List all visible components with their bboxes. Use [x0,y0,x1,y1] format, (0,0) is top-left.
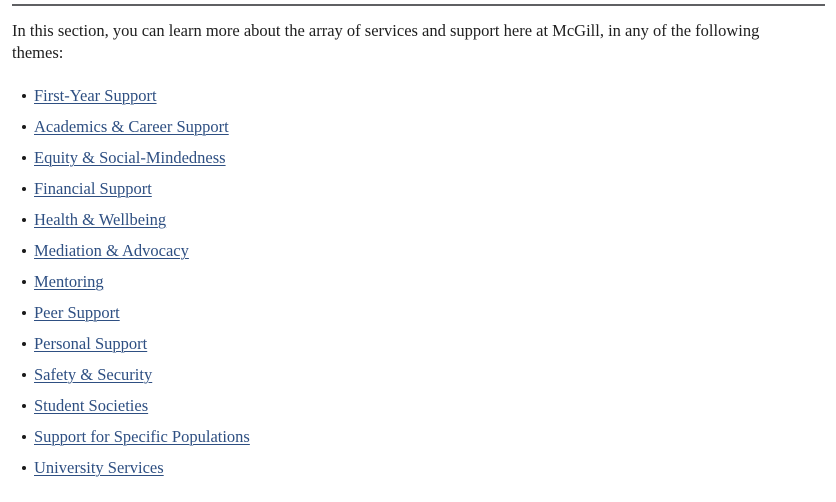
bullet-icon [22,465,26,470]
page-content: In this section, you can learn more abou… [0,0,836,502]
intro-paragraph: In this section, you can learn more abou… [12,21,760,62]
theme-link-peer-support[interactable]: Peer Support [34,303,120,322]
list-item[interactable]: Peer Support [22,297,642,328]
theme-link-mediation-advocacy[interactable]: Mediation & Advocacy [34,241,189,260]
theme-link-university-services[interactable]: University Services [34,458,164,477]
section-divider [12,4,825,6]
bullet-icon [22,217,26,222]
bullet-icon [22,186,26,191]
bullet-icon [22,372,26,377]
theme-link-student-societies[interactable]: Student Societies [34,396,148,415]
list-item[interactable]: Support for Specific Populations [22,421,642,452]
list-item[interactable]: Safety & Security [22,359,642,390]
list-item[interactable]: Mentoring [22,266,642,297]
list-item[interactable]: University Services [22,452,642,483]
list-item[interactable]: Financial Support [22,173,642,204]
list-item[interactable]: Health & Wellbeing [22,204,642,235]
list-item[interactable]: Student Societies [22,390,642,421]
bullet-icon [22,248,26,253]
theme-link-support-for-specific-populations[interactable]: Support for Specific Populations [34,427,250,446]
bullet-icon [22,341,26,346]
bullet-icon [22,434,26,439]
bullet-icon [22,310,26,315]
bullet-icon [22,279,26,284]
list-item[interactable]: Mediation & Advocacy [22,235,642,266]
list-item[interactable]: Academics & Career Support [22,111,642,142]
theme-link-academics-career-support[interactable]: Academics & Career Support [34,117,229,136]
theme-link-financial-support[interactable]: Financial Support [34,179,152,198]
theme-link-personal-support[interactable]: Personal Support [34,334,147,353]
list-item[interactable]: Personal Support [22,328,642,359]
themes-list: First-Year Support Academics & Career Su… [0,80,642,483]
list-item[interactable]: Equity & Social-Mindedness [22,142,642,173]
bullet-icon [22,403,26,408]
theme-link-safety-security[interactable]: Safety & Security [34,365,152,384]
bullet-icon [22,124,26,129]
theme-link-first-year-support[interactable]: First-Year Support [34,86,157,105]
theme-link-equity-social-mindedness[interactable]: Equity & Social-Mindedness [34,148,226,167]
bullet-icon [22,93,26,98]
theme-link-health-wellbeing[interactable]: Health & Wellbeing [34,210,166,229]
theme-link-mentoring[interactable]: Mentoring [34,272,104,291]
bullet-icon [22,155,26,160]
list-item[interactable]: First-Year Support [22,80,642,111]
